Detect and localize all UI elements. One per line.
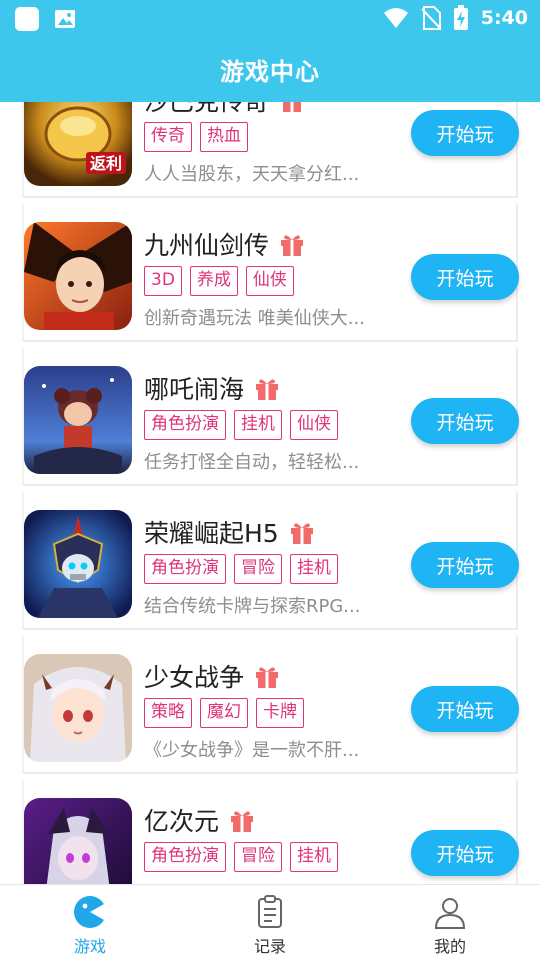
game-description: 人人当股东，天天拿分红...	[144, 164, 360, 185]
tag-list: 策略 魔幻 卡牌	[144, 698, 304, 728]
game-card[interactable]: 返利 沙巴克传奇传奇热血人人当股东，天天拿分红... 开始玩	[22, 102, 519, 198]
tab-games[interactable]: 游戏	[0, 885, 180, 960]
game-controller-icon	[74, 896, 107, 928]
genre-tag: 热血	[200, 122, 248, 152]
game-name: 九州仙剑传	[144, 231, 270, 260]
game-title-row: 哪吒闹海	[144, 370, 280, 406]
app-square-icon	[15, 7, 39, 31]
game-card[interactable]: 亿次元角色扮演冒险挂机Q版帅系经典续作 战斗也...开始玩	[22, 780, 519, 884]
game-description: 结合传统卡牌与探索RPG...	[144, 596, 361, 617]
bottom-tab-bar: 游戏 记录 我的	[0, 884, 540, 960]
game-name: 哪吒闹海	[144, 375, 245, 404]
game-title-row: 沙巴克传奇	[144, 102, 305, 118]
genre-tag: 仙侠	[290, 410, 338, 440]
genre-tag: 魔幻	[200, 698, 248, 728]
tab-mine-label: 我的	[433, 937, 466, 956]
wifi-icon	[383, 8, 408, 28]
tab-mine[interactable]: 我的	[360, 885, 540, 960]
battery-charging-icon	[453, 5, 468, 30]
game-title-row: 亿次元	[144, 802, 255, 838]
no-sim-icon	[421, 6, 441, 30]
status-bar: 5:40	[0, 0, 540, 36]
tag-list: 3D 养成 仙侠	[144, 266, 294, 296]
game-description: 创新奇遇玩法 唯美仙侠大...	[144, 308, 365, 329]
gift-icon[interactable]	[289, 520, 315, 544]
gift-icon[interactable]	[279, 232, 305, 256]
image-icon	[55, 10, 75, 28]
undead-knight-icon[interactable]	[24, 510, 132, 618]
genre-tag: 挂机	[290, 554, 338, 584]
genre-tag: 冒险	[234, 842, 282, 872]
tag-list: 传奇 热血	[144, 122, 248, 152]
dark-witch-icon[interactable]	[24, 798, 132, 884]
game-name: 亿次元	[144, 807, 220, 836]
game-card[interactable]: 哪吒闹海角色扮演 挂机 仙侠任务打怪全自动，轻轻松... 开始玩	[22, 348, 519, 486]
genre-tag: 传奇	[144, 122, 192, 152]
genre-tag: 冒险	[234, 554, 282, 584]
tag-list: 角色扮演 挂机 仙侠	[144, 410, 338, 440]
game-title-row: 少女战争	[144, 658, 280, 694]
genre-tag: 仙侠	[245, 266, 294, 296]
game-title-row: 荣耀崛起H5	[144, 514, 315, 550]
tag-list: 角色扮演 冒险 挂机	[144, 554, 338, 584]
game-name: 少女战争	[144, 663, 245, 692]
game-description: 任务打怪全自动，轻轻松...	[144, 452, 360, 473]
game-name: 沙巴克传奇	[144, 102, 269, 118]
tab-records-label: 记录	[253, 937, 286, 956]
game-list[interactable]: 返利沙巴克传奇传奇热血人人当股东，天天拿分红...开始玩九州仙剑传3D养成仙侠创…	[0, 102, 540, 884]
genre-tag: 角色扮演	[144, 842, 226, 872]
start-play-button[interactable]: 开始玩	[411, 110, 519, 156]
person-icon	[434, 898, 466, 929]
start-play-button[interactable]: 开始玩	[411, 686, 519, 732]
gold-treasure-icon[interactable]: 返利	[24, 102, 132, 186]
game-card[interactable]: 九州仙剑传 3D 养成 仙侠创新奇遇玩法 唯美仙侠大... 开始玩	[22, 204, 519, 342]
app-header: 游戏中心	[0, 36, 540, 102]
genre-tag: 角色扮演	[144, 410, 226, 440]
game-card[interactable]: 荣耀崛起H5 角色扮演 冒险 挂机结合传统卡牌与探索RPG... 开始玩	[22, 492, 519, 630]
gift-icon[interactable]	[279, 102, 305, 112]
start-play-button[interactable]: 开始玩	[411, 254, 519, 300]
clipboard-icon	[258, 895, 282, 928]
tab-records[interactable]: 记录	[180, 885, 360, 960]
gift-icon[interactable]	[254, 664, 280, 688]
gift-icon[interactable]	[229, 808, 255, 832]
tag-list: 角色扮演 冒险 挂机	[144, 842, 338, 872]
genre-tag: 角色扮演	[144, 554, 226, 584]
game-name: 荣耀崛起H5	[144, 519, 279, 548]
clock: 5:40	[480, 7, 528, 29]
white-hair-girl-icon[interactable]	[24, 654, 132, 762]
genre-tag: 挂机	[290, 842, 338, 872]
genre-tag: 策略	[144, 698, 192, 728]
game-title-row: 九州仙剑传	[144, 226, 305, 262]
genre-tag: 养成	[189, 266, 238, 296]
gift-icon[interactable]	[254, 376, 280, 400]
genre-tag: 3D	[144, 266, 182, 296]
tab-games-label: 游戏	[73, 937, 106, 956]
genre-tag: 挂机	[234, 410, 282, 440]
page-title: 游戏中心	[220, 57, 320, 86]
game-description: 《少女战争》是一款不肝...	[144, 740, 360, 761]
nezha-avatar-icon[interactable]	[24, 366, 132, 474]
start-play-button[interactable]: 开始玩	[411, 542, 519, 588]
genre-tag: 卡牌	[256, 698, 304, 728]
game-card[interactable]: 少女战争策略 魔幻 卡牌《少女战争》是一款不肝... 开始玩	[22, 636, 519, 774]
start-play-button[interactable]: 开始玩	[411, 398, 519, 444]
start-play-button[interactable]: 开始玩	[411, 830, 519, 876]
svg-text:返利: 返利	[90, 154, 122, 173]
swordsman-avatar-icon[interactable]	[24, 222, 132, 330]
